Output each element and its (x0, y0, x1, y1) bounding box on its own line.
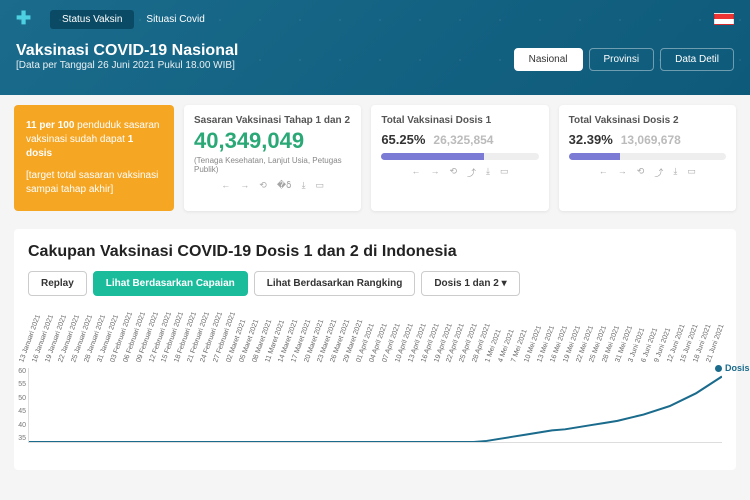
dose1-card: Total Vaksinasi Dosis 1 65.25%26,325,854… (371, 105, 548, 211)
page-subtitle: [Data per Tanggal 26 Juni 2021 Pukul 18.… (16, 60, 238, 71)
download-icon[interactable]: ⤓ (486, 166, 490, 179)
prev-icon[interactable]: ← (411, 166, 420, 179)
page-title: Vaksinasi COVID-19 Nasional (16, 42, 238, 60)
next-icon[interactable]: → (618, 166, 627, 179)
dose2-count: 13,069,678 (621, 133, 681, 147)
refresh-icon[interactable]: ⟲ (259, 180, 267, 191)
view-rangking-button[interactable]: Lihat Berdasarkan Rangking (254, 271, 416, 296)
series-endpoint-label: Dosis 1 61. (715, 363, 750, 373)
fullscreen-icon[interactable]: ▭ (500, 166, 509, 179)
view-capaian-button[interactable]: Lihat Berdasarkan Capaian (93, 271, 248, 296)
sasaran-card: Sasaran Vaksinasi Tahap 1 dan 2 40,349,0… (184, 105, 361, 211)
coverage-section: Cakupan Vaksinasi COVID-19 Dosis 1 dan 2… (14, 229, 736, 470)
dose1-pct: 65.25% (381, 132, 425, 147)
share-icon[interactable]: ⤴ (654, 166, 663, 179)
sasaran-value: 40,349,049 (194, 128, 351, 154)
nav-situasi-covid[interactable]: Situasi Covid (146, 14, 204, 25)
share-icon[interactable]: �ẟ (277, 180, 292, 191)
refresh-icon[interactable]: ⟲ (637, 166, 645, 179)
dosis-dropdown[interactable]: Dosis 1 dan 2 ▾ (421, 271, 519, 296)
section-title: Cakupan Vaksinasi COVID-19 Dosis 1 dan 2… (28, 243, 722, 261)
nav-status-vaksin[interactable]: Status Vaksin (50, 10, 134, 29)
download-icon[interactable]: ⤓ (302, 180, 306, 191)
next-icon[interactable]: → (240, 180, 249, 191)
dose2-bar (569, 153, 620, 160)
highlight-card: 11 per 100 penduduk sasaran vaksinasi su… (14, 105, 174, 211)
tab-nasional[interactable]: Nasional (514, 48, 583, 71)
sasaran-label: Sasaran Vaksinasi Tahap 1 dan 2 (194, 115, 351, 126)
tab-data-detil[interactable]: Data Detil (660, 48, 734, 71)
replay-button[interactable]: Replay (28, 271, 87, 296)
flag-indonesia-icon[interactable] (714, 13, 734, 25)
app-logo (16, 8, 38, 30)
dose1-bar (381, 153, 484, 160)
download-icon[interactable]: ⤓ (673, 166, 677, 179)
dose1-count: 26,325,854 (433, 133, 493, 147)
refresh-icon[interactable]: ⟲ (449, 166, 457, 179)
prev-icon[interactable]: ← (599, 166, 608, 179)
fullscreen-icon[interactable]: ▭ (316, 180, 325, 191)
card-toolbar: ← → ⟲ �ẟ ⤓ ▭ (194, 180, 351, 191)
dose2-pct: 32.39% (569, 132, 613, 147)
header-banner: Status Vaksin Situasi Covid Vaksinasi CO… (0, 0, 750, 95)
prev-icon[interactable]: ← (221, 180, 230, 191)
next-icon[interactable]: → (430, 166, 439, 179)
tab-provinsi[interactable]: Provinsi (589, 48, 655, 71)
share-icon[interactable]: ⤴ (467, 166, 476, 179)
dose2-card: Total Vaksinasi Dosis 2 32.39%13,069,678… (559, 105, 736, 211)
fullscreen-icon[interactable]: ▭ (687, 166, 696, 179)
coverage-chart: 13 Januari 202116 Januari 202119 Januari… (28, 306, 722, 456)
sasaran-note: (Tenaga Kesehatan, Lanjut Usia, Petugas … (194, 156, 351, 174)
